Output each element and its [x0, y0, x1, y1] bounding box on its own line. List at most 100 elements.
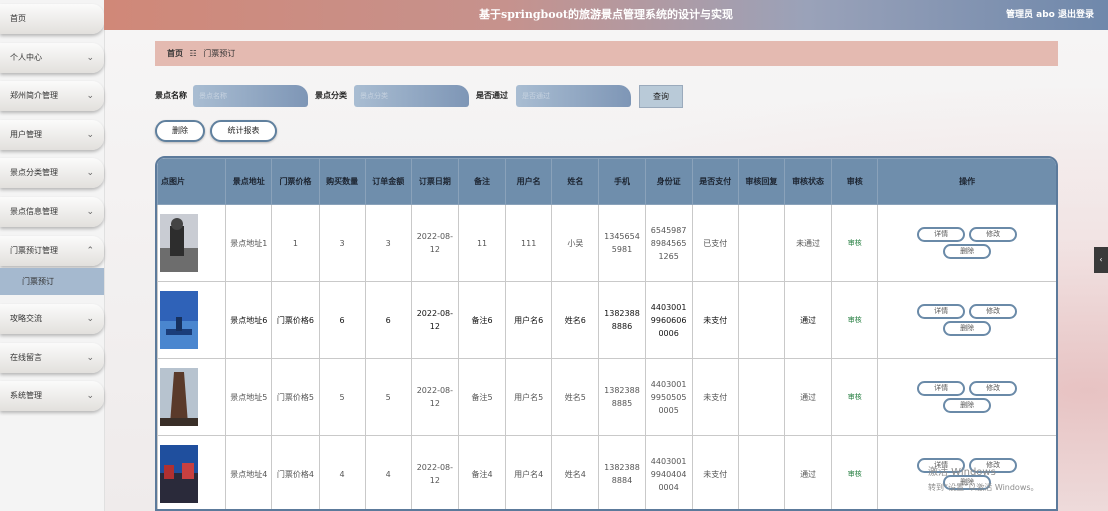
search-button[interactable]: 查询 — [639, 85, 683, 108]
chevron-down-icon: ⌄ — [86, 130, 94, 140]
cell-username: 用户名5 — [505, 358, 553, 436]
row-delete-button[interactable]: 删除 — [943, 321, 992, 336]
chevron-down-icon: ⌄ — [86, 314, 94, 324]
cell-idcard: 440300199404040004 — [644, 435, 693, 509]
cell-phone: 13456545981 — [598, 204, 646, 282]
panel-toggle-icon[interactable]: ‹ — [1094, 247, 1108, 273]
cell-note: 备注6 — [457, 281, 507, 359]
chevron-down-icon: ⌄ — [86, 391, 94, 401]
cell-idcard: 440300199505050005 — [644, 358, 693, 436]
col-header-idcard: 身份证 — [644, 158, 693, 205]
chevron-down-icon: ⌄ — [86, 91, 94, 101]
breadcrumb-current: 门票预订 — [203, 49, 236, 58]
table-row: 景点地址6 门票价格6 6 6 2022-08-12 备注6 用户名6 姓名6 … — [157, 281, 1056, 359]
cell-status: 未通过 — [783, 204, 833, 282]
audit-link[interactable]: 审核 — [848, 470, 862, 478]
cell-username: 111 — [505, 204, 553, 282]
cell-ops: 详情 修改 删除 — [877, 358, 1056, 436]
cell-price: 门票价格6 — [271, 281, 320, 359]
col-header-ops: 操作 — [877, 158, 1056, 205]
header: 基于springboot的旅游景点管理系统的设计与实现 管理员 abo 退出登录 — [104, 0, 1108, 30]
detail-button[interactable]: 详情 — [917, 304, 966, 319]
spot-thumbnail-image — [160, 368, 198, 426]
cell-amount: 6 — [364, 281, 412, 359]
cell-date: 2022-08-12 — [410, 281, 459, 359]
sidebar-item-guides[interactable]: 攻略交流 ⌄ — [0, 304, 104, 334]
col-header-amount: 订单金额 — [364, 158, 412, 205]
cell-username: 用户名6 — [505, 281, 553, 359]
col-header-qty: 购买数量 — [318, 158, 366, 205]
cell-image — [157, 358, 227, 436]
detail-button[interactable]: 详情 — [917, 227, 966, 242]
sidebar-item-tickets[interactable]: 门票预订管理 ⌃ — [0, 236, 104, 266]
sidebar-item-category[interactable]: 景点分类管理 ⌄ — [0, 158, 104, 188]
search-name-input[interactable] — [193, 85, 308, 107]
cell-image — [157, 281, 227, 359]
sidebar-item-system[interactable]: 系统管理 ⌄ — [0, 381, 104, 411]
cell-note: 备注4 — [457, 435, 507, 509]
col-header-name: 姓名 — [551, 158, 600, 205]
cell-audit: 审核 — [831, 281, 879, 359]
report-button[interactable]: 统计报表 — [210, 120, 277, 142]
cell-qty: 5 — [318, 358, 366, 436]
cell-address: 景点地址4 — [225, 435, 273, 509]
col-header-image: 点图片 — [157, 158, 227, 205]
sidebar-item-profile[interactable]: 个人中心 ⌄ — [0, 43, 104, 73]
cell-name: 姓名6 — [551, 281, 600, 359]
watermark-line-2: 转到“设置”以激活 Windows。 — [928, 483, 1039, 492]
audit-link[interactable]: 审核 — [848, 393, 862, 401]
cell-date: 2022-08-12 — [410, 358, 459, 436]
cell-qty: 6 — [318, 281, 366, 359]
spot-thumbnail-image — [160, 214, 198, 272]
cell-address: 景点地址6 — [225, 281, 273, 359]
search-category-label: 景点分类 — [315, 91, 347, 100]
cell-audit: 审核 — [831, 204, 879, 282]
col-header-audit: 审核 — [831, 158, 879, 205]
row-delete-button[interactable]: 删除 — [943, 398, 992, 413]
cell-status: 通过 — [783, 435, 833, 509]
user-logout[interactable]: 管理员 abo 退出登录 — [1006, 0, 1094, 30]
search-pass-input[interactable] — [516, 85, 631, 107]
edit-button[interactable]: 修改 — [969, 227, 1018, 242]
search-category-input[interactable] — [354, 85, 469, 107]
edit-button[interactable]: 修改 — [969, 304, 1018, 319]
col-header-paid: 是否支付 — [691, 158, 739, 205]
search-pass-label: 是否通过 — [476, 91, 508, 100]
table-row: 景点地址4 门票价格4 4 4 2022-08-12 备注4 用户名4 姓名4 … — [157, 435, 1056, 509]
detail-button[interactable]: 详情 — [917, 381, 966, 396]
delete-button[interactable]: 删除 — [155, 120, 205, 142]
chevron-up-icon: ⌃ — [86, 246, 94, 256]
cell-status: 通过 — [783, 281, 833, 359]
cell-date: 2022-08-12 — [410, 204, 459, 282]
cell-amount: 3 — [364, 204, 412, 282]
windows-activation-watermark: 激活 Windows 转到“设置”以激活 Windows。 — [928, 465, 1039, 495]
sidebar-item-users[interactable]: 用户管理 ⌄ — [0, 120, 104, 150]
cell-name: 小吴 — [551, 204, 600, 282]
cell-paid: 未支付 — [691, 281, 739, 359]
cell-paid: 未支付 — [691, 358, 739, 436]
row-delete-button[interactable]: 删除 — [943, 244, 992, 259]
cell-reply — [737, 358, 785, 436]
chevron-down-icon: ⌄ — [86, 53, 94, 63]
edit-button[interactable]: 修改 — [969, 381, 1018, 396]
audit-link[interactable]: 审核 — [848, 316, 862, 324]
cell-status: 通过 — [783, 358, 833, 436]
sidebar-item-spots[interactable]: 景点信息管理 ⌄ — [0, 197, 104, 227]
cell-qty: 3 — [318, 204, 366, 282]
cell-username: 用户名4 — [505, 435, 553, 509]
sidebar-item-home[interactable]: 首页 — [0, 4, 104, 34]
watermark-line-1: 激活 Windows — [928, 467, 996, 478]
sidebar-item-intro[interactable]: 郑州简介管理 ⌄ — [0, 81, 104, 111]
sidebar-item-messages[interactable]: 在线留言 ⌄ — [0, 343, 104, 373]
chevron-down-icon: ⌄ — [86, 168, 94, 178]
cell-reply — [737, 281, 785, 359]
cell-idcard: 654598789845651265 — [644, 204, 693, 282]
sidebar-subitem-ticket-booking[interactable]: 门票预订 — [0, 268, 104, 295]
cell-paid: 未支付 — [691, 435, 739, 509]
cell-ops: 详情 修改 删除 — [877, 281, 1056, 359]
cell-image — [157, 435, 227, 509]
cell-address: 景点地址5 — [225, 358, 273, 436]
audit-link[interactable]: 审核 — [848, 239, 862, 247]
breadcrumb-home[interactable]: 首页 — [167, 49, 183, 58]
col-header-date: 订票日期 — [410, 158, 459, 205]
